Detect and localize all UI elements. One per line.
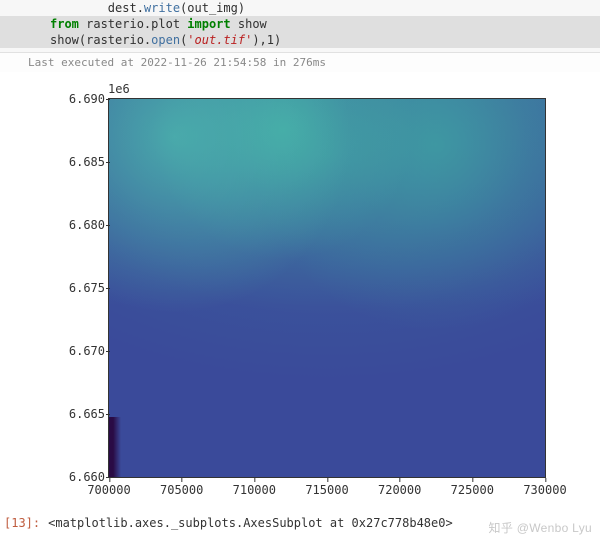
y-tick: 6.665 [59, 407, 105, 421]
x-tick: 705000 [160, 483, 203, 497]
method-call: write [144, 1, 180, 15]
raster-image [109, 99, 545, 477]
code-text: (out_img) [180, 1, 245, 15]
method-call: open [151, 33, 180, 47]
y-tick: 6.660 [59, 470, 105, 484]
y-tick: 6.670 [59, 344, 105, 358]
x-tick: 730000 [523, 483, 566, 497]
code-text: dest. [50, 1, 144, 15]
y-tick: 6.690 [59, 92, 105, 106]
output-text: <matplotlib.axes._subplots.AxesSubplot a… [48, 516, 453, 530]
x-tick: 725000 [451, 483, 494, 497]
string-literal: 'out.tif' [187, 33, 252, 47]
execution-info: Last executed at 2022-11-26 21:54:58 in … [0, 52, 600, 72]
y-tick: 6.685 [59, 155, 105, 169]
x-tick: 700000 [87, 483, 130, 497]
y-tick: 6.675 [59, 281, 105, 295]
code-text: show [231, 17, 267, 31]
y-tick: 6.680 [59, 218, 105, 232]
plot-output: 1e6 6.690 6.685 6.680 6.675 6.670 6.665 … [0, 72, 600, 510]
axes-rect: 6.690 6.685 6.680 6.675 6.670 6.665 6.66… [108, 98, 546, 478]
code-line-3[interactable]: show(rasterio.open('out.tif'),1) [0, 32, 600, 48]
output-prompt: [13]: [0, 516, 48, 530]
plot-container: 1e6 6.690 6.685 6.680 6.675 6.670 6.665 … [30, 80, 560, 510]
code-text: show(rasterio. [50, 33, 151, 47]
x-tick: 715000 [305, 483, 348, 497]
code-text: rasterio.plot [79, 17, 187, 31]
keyword-from: from [50, 17, 79, 31]
output-row: [13]: <matplotlib.axes._subplots.AxesSub… [0, 510, 600, 530]
code-text: ),1) [252, 33, 281, 47]
code-line-1[interactable]: dest.write(out_img) [0, 0, 600, 16]
x-tick: 710000 [233, 483, 276, 497]
raster-sliver [109, 417, 121, 477]
keyword-import: import [187, 17, 230, 31]
code-block: dest.write(out_img) from rasterio.plot i… [0, 0, 600, 52]
code-cell: dest.write(out_img) from rasterio.plot i… [0, 0, 600, 72]
y-axis-exponent: 1e6 [108, 82, 130, 96]
x-tick: 720000 [378, 483, 421, 497]
code-line-2[interactable]: from rasterio.plot import show [0, 16, 600, 32]
